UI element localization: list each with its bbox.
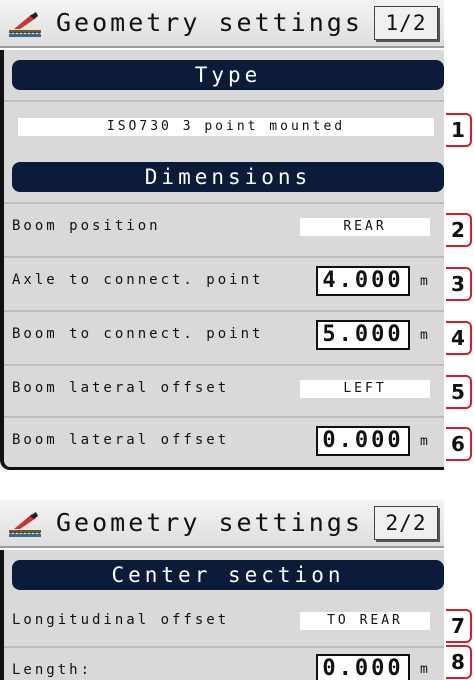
- callout-marker: 1: [446, 113, 472, 147]
- row-label: Length:: [12, 662, 93, 678]
- settings-panel: Center section Longitudinal offset TO RE…: [0, 550, 444, 680]
- boom-position-value[interactable]: REAR: [300, 218, 430, 236]
- unit-label: m: [420, 274, 428, 289]
- unit-label: m: [420, 662, 428, 677]
- title-bar: Geometry settings 2/2: [0, 500, 444, 548]
- longitudinal-offset-value[interactable]: TO REAR: [300, 612, 430, 630]
- row-label: Longitudinal offset: [12, 612, 230, 628]
- geometry-settings-page-1: Geometry settings 1/2 Type ISO730 3 poin…: [0, 0, 474, 470]
- settings-panel: Type ISO730 3 point mounted Dimensions B…: [0, 50, 444, 470]
- sprayer-settings-icon: [9, 512, 41, 537]
- callout-marker: 5: [446, 375, 472, 409]
- dimensions-header: Dimensions: [12, 162, 444, 192]
- center-section-header: Center section: [12, 560, 444, 590]
- page-indicator[interactable]: 2/2: [374, 506, 438, 540]
- unit-label: m: [420, 328, 428, 343]
- callout-marker: 7: [446, 609, 472, 643]
- geometry-settings-page-2: Geometry settings 2/2 Center section Lon…: [0, 500, 474, 680]
- row-label: Boom to connect. point: [12, 326, 264, 342]
- boom-to-connect-row[interactable]: Boom to connect. point 5.000 m: [4, 310, 444, 358]
- callout-marker: 8: [446, 645, 472, 679]
- axle-to-connect-row[interactable]: Axle to connect. point 4.000 m: [4, 256, 444, 304]
- boom-position-row[interactable]: Boom position REAR: [4, 202, 444, 250]
- row-label: Boom lateral offset: [12, 432, 230, 448]
- length-input[interactable]: 0.000: [316, 654, 410, 680]
- page-title: Geometry settings: [56, 8, 363, 37]
- row-label: Boom position: [12, 218, 161, 234]
- callout-marker: 2: [446, 213, 472, 247]
- boom-lateral-offset-side-row[interactable]: Boom lateral offset LEFT: [4, 364, 444, 412]
- unit-label: m: [420, 434, 428, 449]
- callout-marker: 6: [446, 427, 472, 461]
- page-title: Geometry settings: [56, 508, 363, 537]
- axle-to-connect-input[interactable]: 4.000: [316, 266, 410, 296]
- length-row[interactable]: Length: 0.000 m: [4, 646, 444, 680]
- type-header: Type: [12, 60, 444, 90]
- sprayer-settings-icon: [9, 12, 41, 37]
- type-row[interactable]: ISO730 3 point mounted: [4, 100, 444, 148]
- title-bar: Geometry settings 1/2: [0, 0, 444, 48]
- boom-lateral-offset-distance-row[interactable]: Boom lateral offset 0.000 m: [4, 416, 444, 464]
- type-value[interactable]: ISO730 3 point mounted: [18, 118, 434, 136]
- longitudinal-offset-row[interactable]: Longitudinal offset TO REAR: [4, 598, 444, 646]
- row-label: Boom lateral offset: [12, 380, 230, 396]
- callout-marker: 4: [446, 321, 472, 355]
- row-label: Axle to connect. point: [12, 272, 264, 288]
- page-indicator[interactable]: 1/2: [374, 6, 438, 40]
- boom-to-connect-input[interactable]: 5.000: [316, 320, 410, 350]
- boom-lateral-offset-input[interactable]: 0.000: [316, 426, 410, 456]
- boom-lateral-offset-side-value[interactable]: LEFT: [300, 380, 430, 398]
- callout-marker: 3: [446, 267, 472, 301]
